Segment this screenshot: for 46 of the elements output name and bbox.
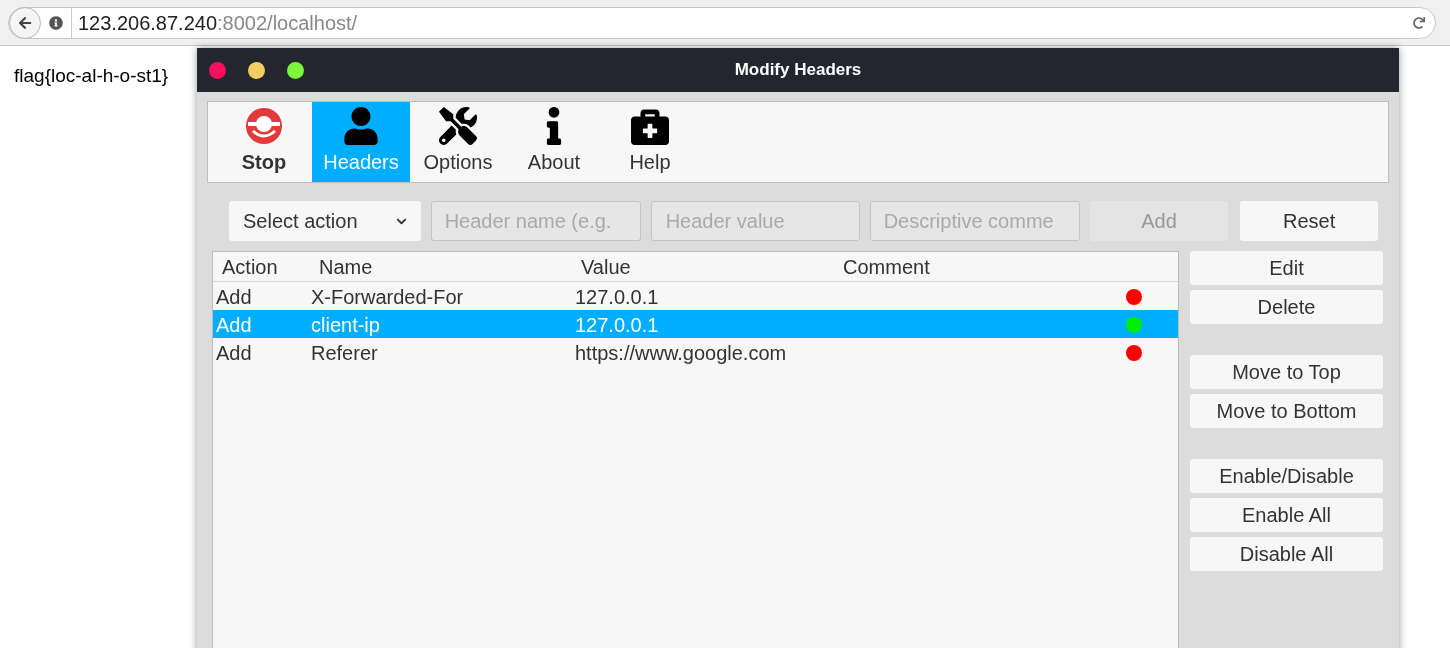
comment-field[interactable]: Descriptive comme (869, 201, 1080, 241)
header-name-field[interactable]: Header name (e.g. (430, 201, 641, 241)
side-button[interactable]: Edit (1190, 251, 1383, 285)
reload-icon[interactable] (1413, 16, 1425, 29)
back-icon (18, 15, 32, 30)
header-value-field[interactable]: Header value (650, 201, 860, 241)
name-cell-text: Referer (311, 341, 379, 366)
side-button[interactable]: Enable All (1190, 498, 1383, 532)
info-icon (49, 15, 63, 30)
medkit-icon (631, 107, 669, 145)
column-header[interactable]: Name (311, 252, 573, 282)
action-cell-text: Add (215, 341, 253, 366)
column-header[interactable]: Comment (835, 252, 1178, 282)
reset-button[interactable]: Reset (1240, 201, 1378, 241)
face-icon (244, 107, 284, 145)
table-row[interactable]: Add X-Forwarded-For 127.0.0.1 (213, 282, 1178, 310)
side-button[interactable]: Move to Top (1190, 355, 1383, 389)
value-cell-text: 127.0.0.1 (575, 313, 660, 338)
toolbar-tab[interactable]: Stop (216, 102, 312, 182)
action-cell-text: Add (215, 313, 253, 338)
toolbar-tab[interactable]: About (506, 102, 602, 182)
value-cell-text: 127.0.0.1 (575, 285, 660, 310)
maximize-button[interactable] (287, 61, 304, 79)
column-header[interactable]: Action (213, 252, 311, 282)
url-text: 123.206.87.240:8002/localhost/ (71, 7, 358, 38)
tools-icon (439, 107, 477, 145)
close-button[interactable] (209, 61, 226, 79)
toolbar-tab[interactable]: Help (602, 102, 698, 182)
action-cell-text: Add (215, 285, 253, 310)
table-row[interactable]: Add Referer https://www.google.com (213, 338, 1178, 366)
column-header[interactable]: Value (573, 252, 835, 282)
url-field[interactable]: 123.206.87.240:8002/localhost/ (8, 6, 1436, 39)
side-button[interactable]: Disable All (1190, 537, 1383, 571)
page-text: flag{loc-al-h-o-st1} (14, 64, 169, 88)
window-title: Modify Headers (734, 59, 862, 82)
name-cell-text: X-Forwarded-For (311, 285, 465, 310)
back-button[interactable] (9, 6, 41, 39)
side-button[interactable]: Enable/Disable (1190, 459, 1383, 493)
side-button[interactable]: Move to Bottom (1190, 394, 1383, 428)
person-icon (342, 107, 380, 145)
minimize-button[interactable] (248, 61, 265, 79)
name-cell-text: client-ip (311, 313, 381, 338)
side-button[interactable]: Delete (1190, 290, 1383, 324)
toolbar-tab[interactable]: Options (410, 102, 506, 182)
action-select[interactable]: Select action (229, 201, 421, 241)
value-cell-text: https://www.google.com (575, 341, 788, 366)
